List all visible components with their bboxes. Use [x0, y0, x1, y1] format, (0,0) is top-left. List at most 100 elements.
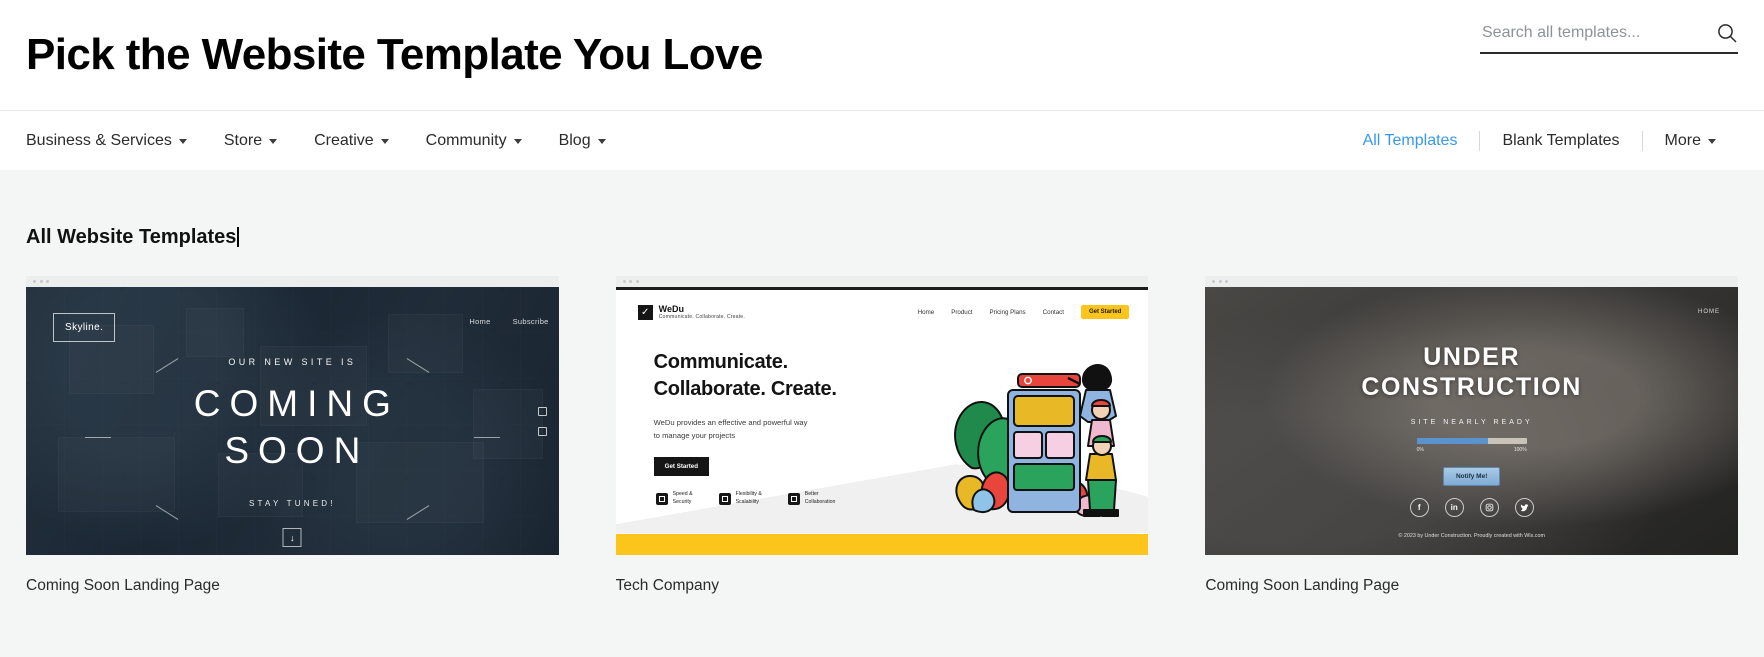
preview-nav: HOME — [1698, 309, 1720, 315]
search-underline — [1480, 52, 1738, 54]
nav-item-store[interactable]: Store — [223, 131, 278, 150]
twitter-icon — [1514, 498, 1534, 517]
nav-item-creative[interactable]: Creative — [314, 132, 389, 150]
preview-feature: Flexibility & Scalability — [718, 491, 762, 507]
preview-subtext: SITE NEARLY READY — [1410, 419, 1533, 426]
template-filter-links: All Templates Blank Templates More — [1341, 130, 1738, 151]
down-arrow-icon: ↓ — [282, 528, 302, 547]
section-title-text: All Website Templates — [26, 226, 237, 248]
progress-min-label: 0% — [1416, 447, 1424, 453]
lock-icon — [655, 493, 668, 506]
square-icon — [537, 407, 547, 416]
preview-nav-item: Product — [951, 308, 973, 316]
teamwork-illustration — [934, 350, 1134, 525]
search-input[interactable] — [1480, 24, 1716, 50]
feature-line-2: Security — [672, 499, 692, 506]
preview-nav-item: Pricing Plans — [989, 308, 1026, 316]
preview-nav-item: Contact — [1042, 308, 1064, 316]
progress-bar: 0% 100% — [1416, 438, 1527, 453]
nav-label: Blog — [558, 131, 591, 149]
nav-item-blog[interactable]: Blog — [559, 132, 606, 150]
page-title: Pick the Website Template You Love — [26, 30, 763, 79]
nav-link-label: More — [1664, 131, 1701, 149]
preview-hero: UNDER CONSTRUCTION SITE NEARLY READY 0% … — [1205, 343, 1738, 486]
progress-fill — [1416, 438, 1489, 444]
category-navbar: Business & Services Store Creative Commu… — [0, 110, 1764, 170]
window-dot-icon — [622, 280, 626, 283]
feature-line-1: Speed & — [672, 491, 693, 498]
template-card[interactable]: HOME UNDER CONSTRUCTION SITE NEARLY READ… — [1205, 276, 1738, 595]
nav-label: Store — [223, 131, 263, 149]
search-icon[interactable] — [1716, 22, 1738, 44]
chevron-down-icon — [380, 139, 389, 144]
search-box[interactable] — [1480, 22, 1738, 54]
linkedin-icon: in — [1444, 498, 1464, 517]
preview-footer-text: STAY TUNED! — [249, 498, 336, 508]
window-dot-icon — [635, 280, 639, 283]
preview-headline-2: SOON — [224, 430, 370, 472]
window-dot-icon — [1218, 280, 1222, 283]
nav-label: Creative — [314, 131, 374, 149]
chevron-down-icon — [178, 139, 187, 144]
browser-chrome-bar — [615, 276, 1149, 287]
nav-link-blank-templates[interactable]: Blank Templates — [1480, 132, 1641, 150]
preview-nav-item: HOME — [1698, 309, 1720, 315]
preview-brand: WeDu — [658, 304, 684, 314]
preview-cta-button: Get Started — [653, 457, 710, 477]
people-icon — [787, 493, 800, 506]
preview-social-links: f in — [1205, 498, 1738, 517]
preview-footer-text: © 2023 by Under Construction. Proudly cr… — [1398, 533, 1545, 539]
preview-feature: Speed & Security — [655, 491, 693, 507]
preview-notify-button: Notify Me! — [1442, 467, 1501, 486]
feature-line-1: Better — [804, 491, 819, 498]
preview-social-rail — [537, 407, 547, 436]
window-dot-icon — [1225, 280, 1229, 283]
template-preview[interactable]: ✓ WeDu Communicate. Collaborate. Create.… — [615, 287, 1149, 555]
preview-nav-item: Home — [917, 308, 935, 316]
window-dot-icon — [46, 280, 49, 283]
nav-label: Community — [425, 131, 507, 149]
preview-accent-bar — [615, 534, 1149, 555]
window-dot-icon — [1212, 280, 1216, 283]
template-card-title: Tech Company — [615, 577, 720, 594]
window-dot-icon — [629, 280, 633, 283]
category-list: Business & Services Store Creative Commu… — [26, 132, 606, 150]
nav-link-label: All Templates — [1362, 131, 1458, 149]
preview-nav-cta: Get Started — [1080, 305, 1130, 320]
facebook-icon: f — [1409, 498, 1429, 517]
templates-main: All Website Templates Skyline. Home Subs… — [0, 170, 1764, 657]
instagram-icon — [1479, 498, 1499, 517]
feature-line-2: Scalability — [735, 499, 759, 506]
preview-features: Speed & Security Flexibility & Scalabili… — [655, 491, 835, 507]
template-card-title: Coming Soon Landing Page — [26, 577, 220, 594]
chevron-down-icon — [597, 139, 606, 144]
section-title: All Website Templates — [26, 170, 239, 249]
window-dot-icon — [39, 280, 43, 283]
preview-hero: OUR NEW SITE IS COMING SOON STAY TUNED! — [26, 357, 559, 508]
text-caret — [237, 227, 239, 247]
chevron-down-icon — [1708, 139, 1716, 144]
template-preview[interactable]: Skyline. Home Subscribe OUR NEW SITE IS — [26, 287, 559, 555]
preview-feature: Better Collaboration — [787, 491, 835, 507]
nav-item-business-services[interactable]: Business & Services — [26, 132, 187, 150]
template-card[interactable]: ✓ WeDu Communicate. Collaborate. Create.… — [615, 276, 1149, 595]
browser-chrome-bar — [1205, 276, 1738, 287]
progress-max-label: 100% — [1513, 447, 1527, 453]
expand-icon — [718, 493, 731, 506]
browser-chrome-bar — [26, 276, 559, 287]
nav-link-more[interactable]: More — [1643, 132, 1738, 150]
preview-headline-2: CONSTRUCTION — [1361, 372, 1582, 401]
feature-line-1: Flexibility & — [735, 491, 762, 498]
preview-headline-1: COMING — [193, 383, 400, 424]
page-header: Pick the Website Template You Love — [0, 0, 1764, 110]
nav-item-community[interactable]: Community — [426, 132, 522, 150]
template-card[interactable]: Skyline. Home Subscribe OUR NEW SITE IS — [26, 276, 559, 595]
template-preview[interactable]: HOME UNDER CONSTRUCTION SITE NEARLY READ… — [1205, 287, 1738, 555]
window-dot-icon — [33, 280, 36, 283]
wedu-logo-icon: ✓ — [637, 304, 653, 320]
preview-header: ✓ WeDu Communicate. Collaborate. Create.… — [616, 290, 1149, 320]
nav-link-all-templates[interactable]: All Templates — [1341, 132, 1480, 150]
template-grid: Skyline. Home Subscribe OUR NEW SITE IS — [26, 276, 1738, 595]
preview-subtext: WeDu provides an effective and powerful … — [653, 417, 808, 440]
nav-link-label: Blank Templates — [1502, 131, 1620, 149]
